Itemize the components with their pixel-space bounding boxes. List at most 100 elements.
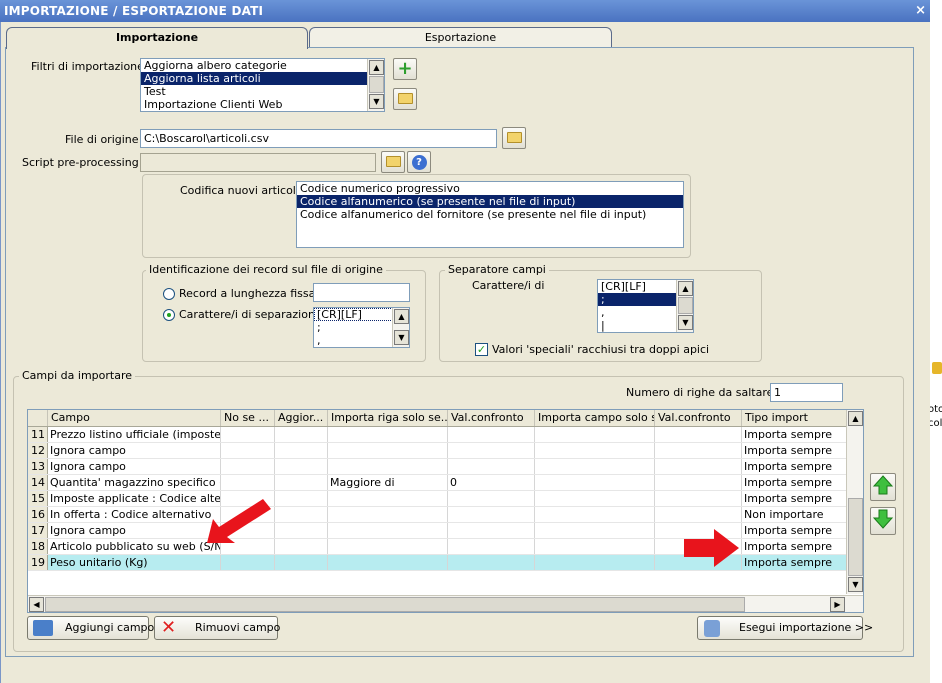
scrollbar[interactable]: ▲ ▼ xyxy=(367,59,384,111)
scroll-down-icon[interactable]: ▼ xyxy=(369,94,384,109)
column-header[interactable]: Tipo import xyxy=(742,410,848,426)
table-cell[interactable]: Importa sempre xyxy=(742,539,848,554)
add-field-button[interactable]: Aggiungi campo xyxy=(27,616,154,640)
table-cell[interactable] xyxy=(448,427,535,442)
list-item[interactable]: Codice alfanumerico del fornitore (se pr… xyxy=(297,208,683,221)
table-cell[interactable] xyxy=(275,427,328,442)
table-row[interactable]: 13 Ignora campo Importa sempre xyxy=(28,459,863,475)
scroll-thumb[interactable] xyxy=(848,498,863,576)
table-cell[interactable] xyxy=(655,443,742,458)
skip-rows-input[interactable]: 1 xyxy=(770,383,843,402)
grid-vertical-scrollbar[interactable]: ▲ ▼ xyxy=(846,410,863,594)
filters-list[interactable]: Aggiorna albero categorie Aggiorna lista… xyxy=(140,58,385,112)
open-filter-button[interactable] xyxy=(393,88,417,110)
table-cell[interactable]: Importa sempre xyxy=(742,555,848,570)
scroll-thumb[interactable] xyxy=(678,297,693,314)
table-cell[interactable] xyxy=(655,459,742,474)
move-down-button[interactable] xyxy=(870,507,896,535)
scroll-down-icon[interactable]: ▼ xyxy=(848,577,863,592)
table-cell[interactable]: Importa sempre xyxy=(742,459,848,474)
table-row[interactable]: 16 In offerta : Codice alternativo Non imp… xyxy=(28,507,863,523)
record-separator-list[interactable]: [CR][LF] ; , ▲ ▼ xyxy=(313,307,410,348)
table-cell[interactable] xyxy=(535,475,655,490)
script-input[interactable] xyxy=(140,153,376,172)
close-icon[interactable]: × xyxy=(915,0,926,22)
scroll-thumb[interactable] xyxy=(45,597,745,612)
table-cell[interactable] xyxy=(448,555,535,570)
table-cell[interactable] xyxy=(535,443,655,458)
table-cell[interactable] xyxy=(328,539,448,554)
table-cell[interactable] xyxy=(535,427,655,442)
table-row[interactable]: 11Prezzo listino ufficiale (imposte e...… xyxy=(28,427,863,443)
table-cell[interactable]: Maggiore di xyxy=(328,475,448,490)
table-cell[interactable] xyxy=(221,443,275,458)
scrollbar[interactable]: ▲ ▼ xyxy=(676,280,693,332)
table-row[interactable]: 14 Quantita' magazzino specifico (V... Mag… xyxy=(28,475,863,491)
column-header[interactable]: Importa riga solo se... xyxy=(328,410,448,426)
table-cell[interactable] xyxy=(275,491,328,506)
table-cell[interactable] xyxy=(275,523,328,538)
table-cell[interactable] xyxy=(328,459,448,474)
table-cell[interactable]: Peso unitario (Kg) xyxy=(48,555,221,570)
radio-separator[interactable] xyxy=(163,309,175,321)
move-up-button[interactable] xyxy=(870,473,896,501)
list-item[interactable]: Aggiorna lista articoli xyxy=(141,72,384,85)
list-item[interactable]: Importazione Clienti Web xyxy=(141,98,384,111)
table-cell[interactable] xyxy=(328,507,448,522)
table-cell[interactable]: Importa sempre xyxy=(742,523,848,538)
scroll-down-icon[interactable]: ▼ xyxy=(678,315,693,330)
table-cell[interactable] xyxy=(275,475,328,490)
scroll-up-icon[interactable]: ▲ xyxy=(678,281,693,296)
table-cell[interactable]: Ignora campo xyxy=(48,443,221,458)
table-cell[interactable] xyxy=(221,475,275,490)
column-header[interactable] xyxy=(28,410,48,426)
column-header[interactable]: Val.confronto xyxy=(448,410,535,426)
table-cell[interactable] xyxy=(655,427,742,442)
help-button[interactable]: ? xyxy=(407,151,431,173)
list-item[interactable]: Aggiorna albero categorie xyxy=(141,59,384,72)
table-cell[interactable]: Non importare xyxy=(742,507,848,522)
fixed-length-input[interactable] xyxy=(313,283,410,302)
column-header[interactable]: Aggior... xyxy=(275,410,328,426)
column-header[interactable]: Val.confronto xyxy=(655,410,742,426)
browse-script-button[interactable] xyxy=(381,151,405,173)
table-row[interactable]: 12 Ignora campo Importa sempre xyxy=(28,443,863,459)
table-cell[interactable] xyxy=(275,539,328,554)
grid-horizontal-scrollbar[interactable]: ◀ ▶ xyxy=(28,595,863,612)
table-cell[interactable] xyxy=(328,443,448,458)
table-cell[interactable] xyxy=(448,443,535,458)
encoding-list[interactable]: Codice numerico progressivo Codice alfan… xyxy=(296,181,684,248)
scroll-left-icon[interactable]: ◀ xyxy=(29,597,44,612)
table-cell[interactable] xyxy=(275,555,328,570)
table-cell[interactable] xyxy=(275,443,328,458)
table-cell[interactable] xyxy=(535,507,655,522)
table-cell[interactable] xyxy=(448,539,535,554)
table-cell[interactable]: Importa sempre xyxy=(742,443,848,458)
table-cell[interactable] xyxy=(328,555,448,570)
table-cell[interactable]: Importa sempre xyxy=(742,475,848,490)
tab-esportazione[interactable]: Esportazione xyxy=(309,27,612,48)
table-cell[interactable] xyxy=(275,459,328,474)
table-cell[interactable] xyxy=(655,507,742,522)
table-cell[interactable]: Quantita' magazzino specifico (V... xyxy=(48,475,221,490)
table-cell[interactable] xyxy=(448,523,535,538)
quote-checkbox[interactable]: ✓ xyxy=(475,343,488,356)
table-cell[interactable] xyxy=(221,555,275,570)
scroll-right-icon[interactable]: ▶ xyxy=(830,597,845,612)
radio-fixed-length[interactable] xyxy=(163,288,175,300)
field-separator-list[interactable]: [CR][LF] ; , | ▲ ▼ xyxy=(597,279,694,333)
table-cell[interactable] xyxy=(655,491,742,506)
table-cell[interactable] xyxy=(221,427,275,442)
scroll-up-icon[interactable]: ▲ xyxy=(369,60,384,75)
table-cell[interactable] xyxy=(328,491,448,506)
table-cell[interactable] xyxy=(535,539,655,554)
scrollbar[interactable]: ▲ ▼ xyxy=(392,308,409,347)
table-row[interactable]: 15 Imposte applicate : Codice alter... Imp… xyxy=(28,491,863,507)
origin-file-input[interactable]: C:\Boscarol\articoli.csv xyxy=(140,129,497,148)
table-cell[interactable]: 0 xyxy=(448,475,535,490)
scroll-up-icon[interactable]: ▲ xyxy=(394,309,409,324)
table-cell[interactable] xyxy=(535,491,655,506)
table-cell[interactable]: Articolo pubblicato su web (S/N) xyxy=(48,539,221,554)
table-cell[interactable]: Importa sempre xyxy=(742,491,848,506)
scroll-thumb[interactable] xyxy=(369,76,384,93)
